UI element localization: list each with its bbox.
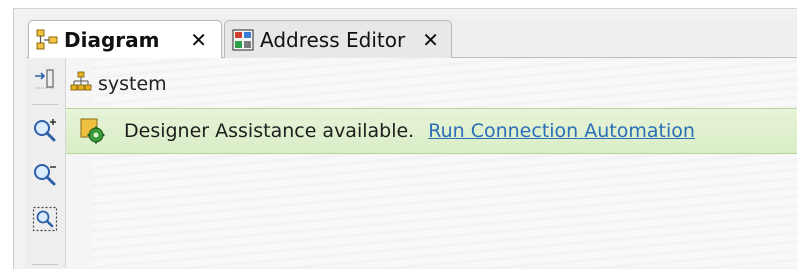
zoom-in-icon: [32, 118, 58, 148]
tab-diagram-close-icon[interactable]: ✕: [190, 28, 207, 52]
diagram-canvas[interactable]: [92, 58, 797, 268]
tab-address-editor[interactable]: Address Editor ✕: [224, 20, 452, 58]
run-connection-automation-link[interactable]: Run Connection Automation: [428, 120, 695, 142]
breadcrumb-label: system: [98, 73, 167, 95]
banner-message: Designer Assistance available.: [124, 120, 415, 142]
tab-address-editor-close-icon[interactable]: ✕: [422, 28, 439, 52]
hierarchy-icon: [70, 71, 92, 97]
toolbar-separator: [32, 264, 58, 265]
zoom-out-icon: [32, 162, 58, 192]
zoom-in-button[interactable]: [30, 118, 60, 148]
toolbar-divider: [65, 58, 66, 268]
tab-diagram[interactable]: Diagram ✕: [28, 20, 222, 58]
expand-icon: [33, 67, 57, 95]
address-editor-icon: [232, 28, 254, 51]
zoom-fit-icon: [32, 206, 58, 236]
zoom-fit-button[interactable]: [30, 206, 60, 236]
zoom-out-button[interactable]: [30, 162, 60, 192]
tab-diagram-label: Diagram: [64, 27, 160, 52]
gear-block-icon: [78, 117, 106, 145]
tab-address-editor-label: Address Editor: [260, 27, 406, 52]
diagram-icon: [36, 29, 58, 51]
toolbar-separator: [32, 104, 58, 105]
expand-button[interactable]: [30, 66, 60, 96]
breadcrumb[interactable]: system: [70, 70, 167, 98]
designer-assistance-banner: Designer Assistance available. Run Conne…: [66, 108, 797, 154]
